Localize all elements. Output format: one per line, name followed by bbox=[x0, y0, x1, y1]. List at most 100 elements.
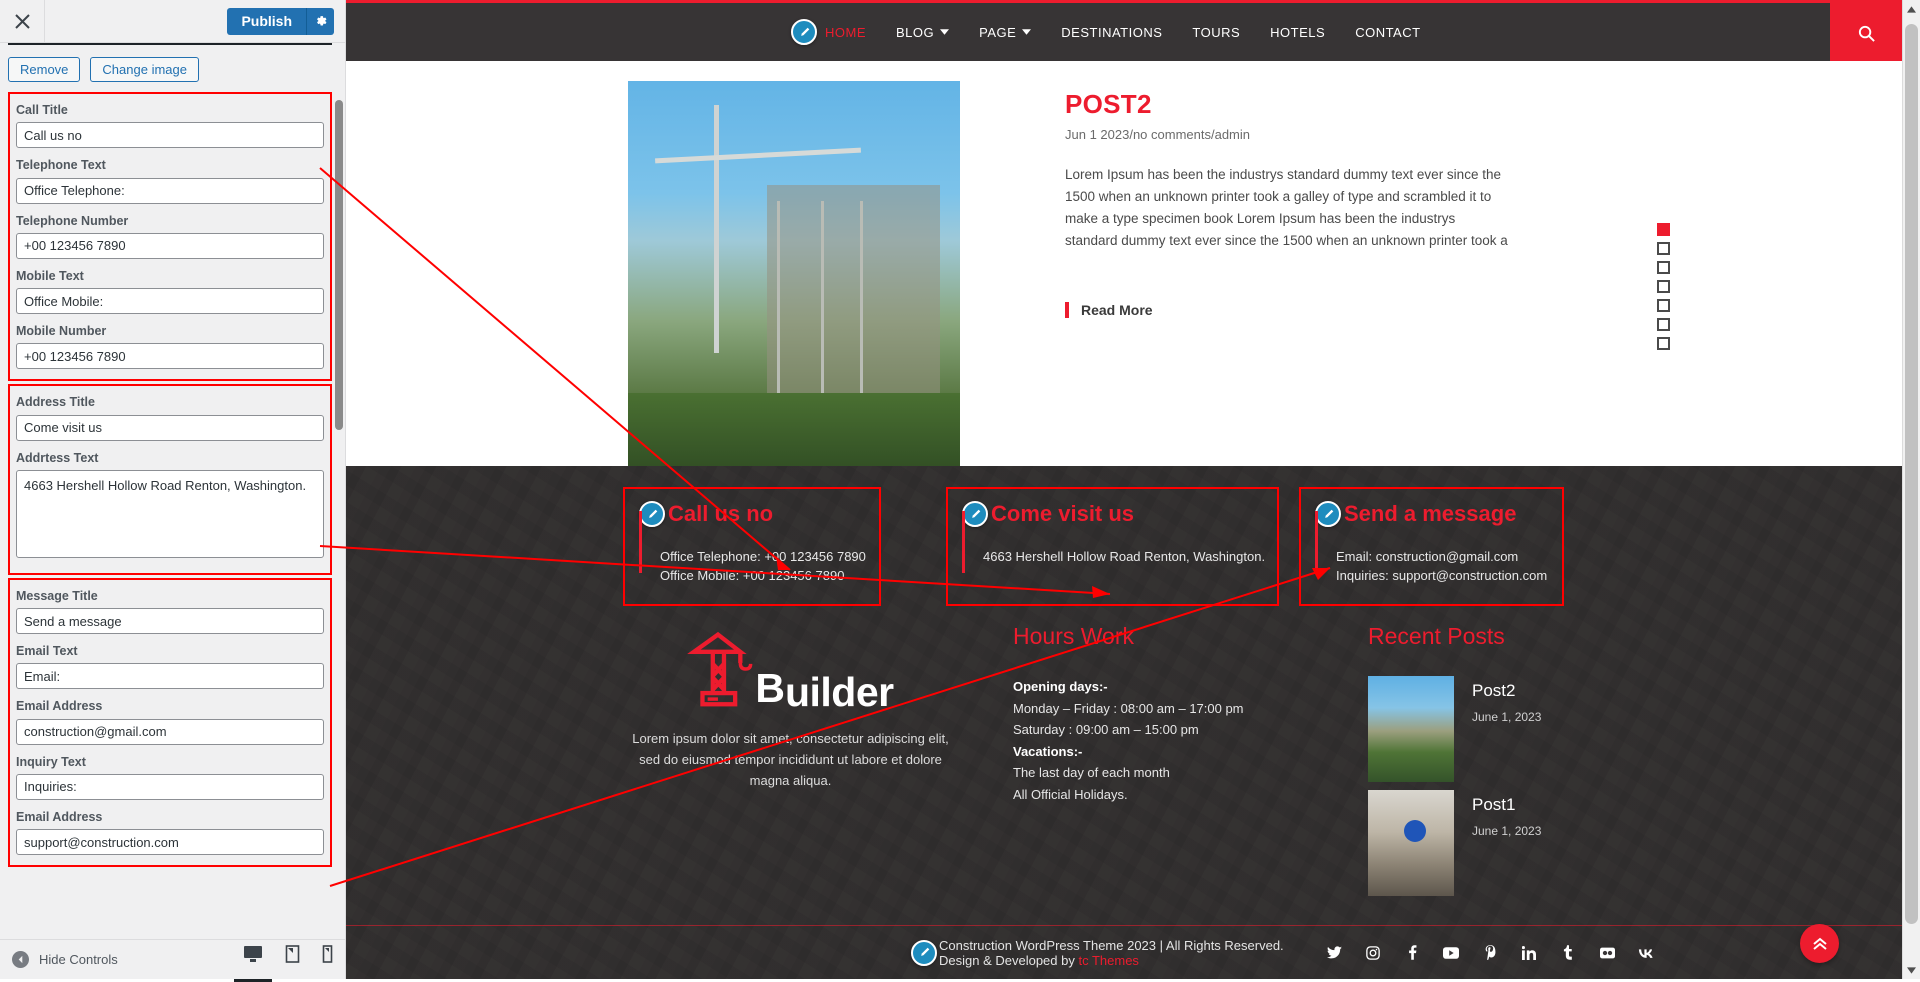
edit-pin-icon-message-card[interactable] bbox=[1315, 501, 1341, 527]
linkedin-icon[interactable] bbox=[1521, 945, 1537, 961]
tumblr-icon[interactable] bbox=[1560, 945, 1576, 961]
slider-dot[interactable] bbox=[1657, 261, 1670, 274]
brand-word: uilder bbox=[784, 669, 894, 716]
field-label: Telephone Text bbox=[16, 158, 106, 173]
field-telephone-text: Telephone Text bbox=[16, 157, 324, 204]
chevron-down-icon bbox=[940, 29, 950, 35]
back-to-top-button[interactable] bbox=[1800, 924, 1839, 963]
card-title: Call us no bbox=[668, 501, 774, 526]
recent-post-item[interactable]: Post1 June 1, 2023 bbox=[1368, 790, 1768, 896]
customizer-footer: Hide Controls bbox=[0, 939, 345, 982]
desktop-icon[interactable] bbox=[234, 945, 272, 982]
search-icon[interactable] bbox=[1830, 3, 1902, 64]
recent-post-item[interactable]: Post2 June 1, 2023 bbox=[1368, 676, 1768, 782]
youtube-icon[interactable] bbox=[1443, 945, 1459, 961]
slider-dot[interactable] bbox=[1657, 318, 1670, 331]
telephone-text-input[interactable] bbox=[16, 177, 324, 204]
inquiry-email-address-input[interactable] bbox=[16, 829, 324, 855]
card-line: 4663 Hershell Hollow Road Renton, Washin… bbox=[983, 549, 1266, 564]
scrollbar-thumb[interactable] bbox=[1905, 24, 1918, 924]
hide-controls-label[interactable]: Hide Controls bbox=[39, 952, 118, 967]
contact-card-address: Come visit us 4663 Hershell Hollow Road … bbox=[946, 487, 1279, 606]
remove-image-button[interactable]: Remove bbox=[8, 57, 81, 82]
recent-post-info: Post1 June 1, 2023 bbox=[1472, 790, 1541, 838]
recent-post-date: June 1, 2023 bbox=[1472, 710, 1542, 724]
nav-label: HOTELS bbox=[1270, 24, 1326, 40]
vk-icon[interactable] bbox=[1638, 945, 1654, 961]
credit-link[interactable]: tc Themes bbox=[1078, 953, 1138, 968]
nav-item-destinations[interactable]: DESTINATIONS bbox=[1061, 25, 1162, 40]
message-title-input[interactable] bbox=[16, 608, 324, 634]
publish-button[interactable]: Publish bbox=[227, 7, 306, 35]
nav-item-page[interactable]: PAGE bbox=[979, 25, 1032, 40]
footer-bottom-bar: Construction WordPress Theme 2023 | All … bbox=[346, 924, 1902, 979]
slider-dot[interactable] bbox=[1657, 242, 1670, 255]
slider-dot[interactable] bbox=[1657, 337, 1670, 350]
recent-post-title[interactable]: Post2 bbox=[1472, 681, 1541, 701]
customizer-scrollbar[interactable] bbox=[335, 100, 343, 430]
recent-post-title[interactable]: Post1 bbox=[1472, 795, 1541, 815]
instagram-icon[interactable] bbox=[1365, 945, 1381, 961]
field-label: Call Title bbox=[16, 103, 68, 117]
call-title-input[interactable] bbox=[16, 122, 324, 149]
brand-logo: B uilder bbox=[623, 626, 958, 716]
nav-item-hotels[interactable]: HOTELS bbox=[1270, 25, 1325, 40]
footer-region: Call us no Office Telephone: +00 123456 … bbox=[346, 466, 1902, 979]
post-featured-image bbox=[628, 81, 960, 481]
field-message-title: Message Title bbox=[16, 588, 324, 634]
field-email-text: Email Text bbox=[16, 643, 324, 690]
gear-icon[interactable] bbox=[306, 7, 334, 35]
field-label: Address Title bbox=[16, 395, 95, 410]
slider-dot[interactable] bbox=[1657, 299, 1670, 312]
twitter-icon[interactable] bbox=[1326, 945, 1342, 961]
post-area: POST2 Jun 1 2023/no comments/admin Lorem… bbox=[346, 61, 1902, 481]
collapse-sidebar-icon[interactable] bbox=[12, 951, 29, 968]
nav-item-blog[interactable]: BLOG bbox=[896, 24, 950, 40]
recent-post-thumbnail[interactable] bbox=[1368, 676, 1454, 782]
field-label: Email Address bbox=[16, 809, 103, 824]
address-text-textarea[interactable]: 4663 Hershell Hollow Road Renton, Washin… bbox=[16, 469, 324, 558]
nav-item-home[interactable]: HOME bbox=[825, 25, 866, 40]
facebook-icon[interactable] bbox=[1404, 945, 1420, 961]
pinterest-icon[interactable] bbox=[1482, 945, 1498, 961]
contact-cards-row: Call us no Office Telephone: +00 123456 … bbox=[346, 466, 1902, 611]
flickr-icon[interactable] bbox=[1599, 945, 1615, 961]
brand-description: Lorem ipsum dolor sit amet, consectetur … bbox=[632, 731, 949, 788]
mobile-icon[interactable] bbox=[322, 945, 333, 974]
slider-dot[interactable] bbox=[1657, 280, 1670, 293]
email-text-input[interactable] bbox=[16, 663, 324, 690]
change-image-button[interactable]: Change image bbox=[90, 57, 199, 82]
telephone-number-input[interactable] bbox=[16, 232, 324, 259]
inquiry-text-input[interactable] bbox=[16, 773, 324, 800]
post-title[interactable]: POST2 bbox=[1065, 89, 1510, 120]
edit-pin-icon-address-card[interactable] bbox=[962, 501, 988, 527]
mobile-text-input[interactable] bbox=[16, 288, 324, 314]
field-email-address: Email Address bbox=[16, 698, 324, 745]
vacation-line-2: All Official Holidays. bbox=[1013, 786, 1128, 802]
email-address-input[interactable] bbox=[16, 718, 324, 745]
edit-pin-icon-footer[interactable] bbox=[911, 939, 937, 966]
edit-pin-icon-nav[interactable] bbox=[791, 19, 817, 45]
read-more-button[interactable]: Read More bbox=[1065, 302, 1153, 318]
card-text: Office Telephone: +00 123456 7890 Office… bbox=[660, 533, 866, 585]
scroll-down-arrow[interactable] bbox=[1903, 961, 1920, 979]
slider-dot[interactable] bbox=[1657, 223, 1670, 236]
nav-item-contact[interactable]: CONTACT bbox=[1355, 25, 1420, 40]
nav-item-tours[interactable]: TOURS bbox=[1192, 25, 1240, 40]
tablet-icon[interactable] bbox=[285, 945, 300, 974]
close-icon[interactable] bbox=[0, 0, 45, 43]
field-label: Telephone Number bbox=[16, 213, 129, 228]
page-scrollbar[interactable] bbox=[1902, 0, 1920, 979]
recent-post-thumbnail[interactable] bbox=[1368, 790, 1454, 896]
field-group-address-info: Address Title Addrtess Text 4663 Hershel… bbox=[8, 384, 332, 575]
footer-brand-widget: B uilder Lorem ipsum dolor sit amet, con… bbox=[623, 611, 958, 904]
nav-label: BLOG bbox=[896, 24, 935, 40]
edit-pin-icon-call-card[interactable] bbox=[639, 501, 665, 527]
field-inquiry-email-address: Email Address bbox=[16, 809, 324, 855]
mobile-number-input[interactable] bbox=[16, 343, 324, 370]
card-head: Call us no bbox=[625, 489, 879, 527]
address-title-input[interactable] bbox=[16, 414, 324, 441]
nav-label: TOURS bbox=[1192, 24, 1241, 40]
card-lines: Email: construction@gmail.com Inquiries:… bbox=[1301, 511, 1562, 585]
scroll-up-arrow[interactable] bbox=[1903, 0, 1920, 18]
